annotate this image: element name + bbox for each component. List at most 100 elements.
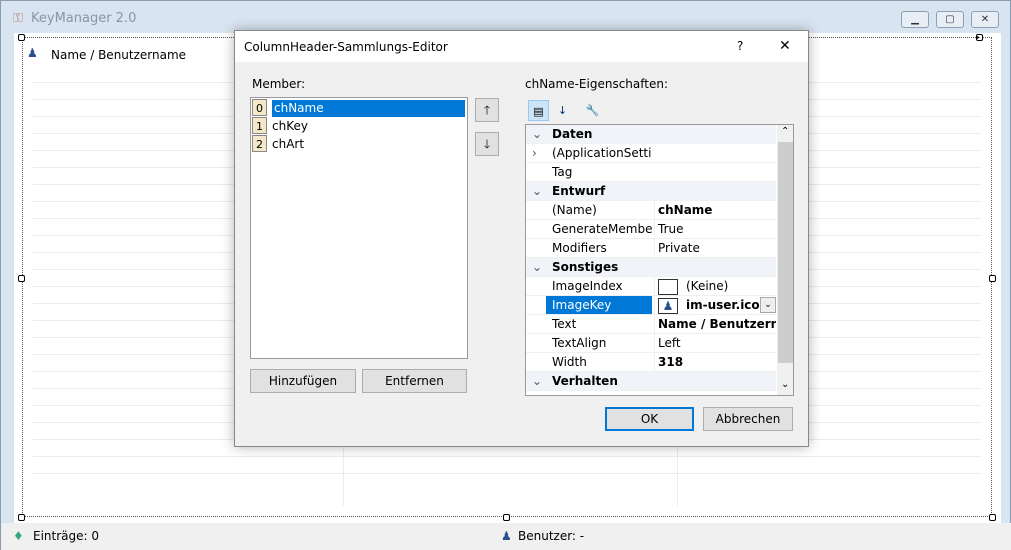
property-value-text: Private: [658, 241, 700, 255]
member-item[interactable]: 1 chKey: [252, 117, 466, 135]
collapse-chevron-icon[interactable]: ⌄: [532, 372, 542, 390]
members-list[interactable]: 0 chName 1 chKey 2 chArt: [250, 97, 468, 359]
status-bar: ♦ Einträge: 0 ♟ Benutzer: -: [1, 523, 1011, 550]
property-value[interactable]: (Keine): [654, 277, 776, 295]
property-pages-wrench-icon[interactable]: 🔧: [582, 100, 603, 121]
close-window-button[interactable]: ✕: [971, 11, 999, 28]
property-row[interactable]: Width 318: [526, 353, 776, 372]
member-index: 2: [252, 135, 267, 152]
member-item[interactable]: 0 chName: [252, 99, 466, 117]
property-row[interactable]: ImageKey ♟ im-user.ico ⌄: [526, 296, 776, 315]
sort-alphabetical-icon[interactable]: ↓: [552, 100, 573, 121]
resize-handle[interactable]: [989, 275, 996, 282]
help-button[interactable]: ?: [737, 39, 743, 53]
collapse-chevron-icon[interactable]: ⌄: [532, 258, 542, 276]
cancel-button[interactable]: Abbrechen: [703, 407, 793, 431]
property-name: (Name): [552, 203, 597, 217]
ok-button[interactable]: OK: [605, 407, 694, 431]
collapse-chevron-icon[interactable]: ⌄: [532, 125, 542, 143]
column-divider: [677, 438, 678, 506]
members-label: Member:: [252, 77, 306, 91]
column-divider: [343, 438, 344, 506]
property-name: TextAlign: [552, 336, 607, 350]
property-name: Entwurf: [552, 184, 606, 198]
property-name: Daten: [552, 127, 593, 141]
property-value-text: Name / Benutzername: [658, 317, 776, 331]
scroll-down-arrow-icon[interactable]: ⌄: [781, 379, 789, 390]
property-value[interactable]: True: [654, 220, 776, 238]
minimize-button[interactable]: ▁: [901, 11, 929, 28]
empty-image-swatch: [658, 278, 678, 295]
user-image-icon: ♟: [658, 297, 678, 314]
property-row[interactable]: Modifiers Private: [526, 239, 776, 258]
property-category[interactable]: ⌄ Verhalten: [526, 372, 776, 391]
property-grid[interactable]: ⌄ Daten › (ApplicationSettings) Tag ⌄ Entwurf (…: [525, 124, 794, 396]
resize-handle[interactable]: [18, 34, 25, 41]
property-category[interactable]: ⌄ Sonstiges: [526, 258, 776, 277]
remove-button[interactable]: Entfernen: [362, 369, 467, 393]
property-value[interactable]: Name / Benutzername: [654, 315, 776, 333]
property-name: Text: [552, 317, 577, 331]
resize-handle[interactable]: [989, 514, 996, 521]
property-name: Verhalten: [552, 374, 618, 388]
property-value[interactable]: Private: [654, 239, 776, 257]
collapse-chevron-icon[interactable]: ⌄: [532, 182, 542, 200]
property-name: Tag: [552, 165, 573, 179]
property-value-text: (Keine): [686, 279, 729, 293]
entries-icon: ♦: [13, 529, 24, 543]
property-name: (ApplicationSettings): [552, 146, 652, 160]
close-dialog-button[interactable]: ✕: [779, 38, 791, 54]
expand-chevron-icon[interactable]: ›: [532, 144, 537, 162]
key-app-icon: ⚿: [13, 11, 23, 26]
property-value[interactable]: ♟ im-user.ico: [654, 296, 776, 314]
member-item[interactable]: 2 chArt: [252, 135, 466, 153]
add-button[interactable]: Hinzufügen: [250, 369, 356, 393]
property-row[interactable]: ImageIndex (Keine): [526, 277, 776, 296]
property-name: Sonstiges: [552, 260, 619, 274]
column-header-collection-editor: ColumnHeader-Sammlungs-Editor ? ✕ Member…: [234, 30, 809, 447]
move-down-button[interactable]: 🡓: [475, 132, 499, 156]
user-icon: ♟: [501, 529, 512, 543]
member-name: chKey: [272, 119, 308, 133]
property-row[interactable]: Text Name / Benutzername: [526, 315, 776, 334]
window-title: KeyManager 2.0: [31, 11, 137, 26]
dialog-title: ColumnHeader-Sammlungs-Editor: [244, 40, 448, 54]
smart-tag-arrow-icon[interactable]: ▸: [976, 34, 983, 41]
resize-handle[interactable]: [18, 514, 25, 521]
scroll-up-arrow-icon[interactable]: ⌃: [781, 126, 789, 137]
categorized-view-icon[interactable]: ▤: [528, 100, 549, 121]
scrollbar-thumb[interactable]: [778, 142, 793, 363]
property-value[interactable]: chName: [654, 201, 776, 219]
property-name: Modifiers: [552, 241, 607, 255]
status-user: Benutzer: -: [518, 529, 585, 543]
property-row[interactable]: › (ApplicationSettings): [526, 144, 776, 163]
property-value-text: Left: [658, 336, 681, 350]
property-row[interactable]: GenerateMember True: [526, 220, 776, 239]
list-row-line: [33, 473, 981, 474]
property-name: ImageKey: [546, 296, 652, 314]
property-value-text: True: [658, 222, 684, 236]
move-up-button[interactable]: 🡑: [475, 98, 499, 122]
resize-handle[interactable]: [18, 275, 25, 282]
property-row[interactable]: TextAlign Left: [526, 334, 776, 353]
member-index: 0: [252, 99, 267, 116]
property-value[interactable]: 318: [654, 353, 776, 371]
status-entries: Einträge: 0: [33, 529, 100, 543]
property-name: ImageIndex: [552, 279, 623, 293]
property-row[interactable]: (Name) chName: [526, 201, 776, 220]
column-header-name[interactable]: Name / Benutzername: [51, 48, 186, 62]
dropdown-chevron-icon[interactable]: ⌄: [760, 297, 776, 313]
property-category[interactable]: ⌄ Entwurf: [526, 182, 776, 201]
user-icon: ♟: [27, 46, 38, 60]
property-value-text: chName: [658, 203, 713, 217]
resize-handle[interactable]: [503, 514, 510, 521]
property-value[interactable]: Left: [654, 334, 776, 352]
dialog-title-bar: ColumnHeader-Sammlungs-Editor ? ✕: [235, 31, 808, 62]
property-value-text: im-user.ico: [686, 298, 760, 312]
maximize-button[interactable]: ▢: [936, 11, 964, 28]
member-name: chName: [272, 100, 465, 117]
member-name: chArt: [272, 137, 305, 151]
property-row[interactable]: Tag: [526, 163, 776, 182]
list-row-line: [33, 456, 981, 457]
property-category[interactable]: ⌄ Daten: [526, 125, 776, 144]
